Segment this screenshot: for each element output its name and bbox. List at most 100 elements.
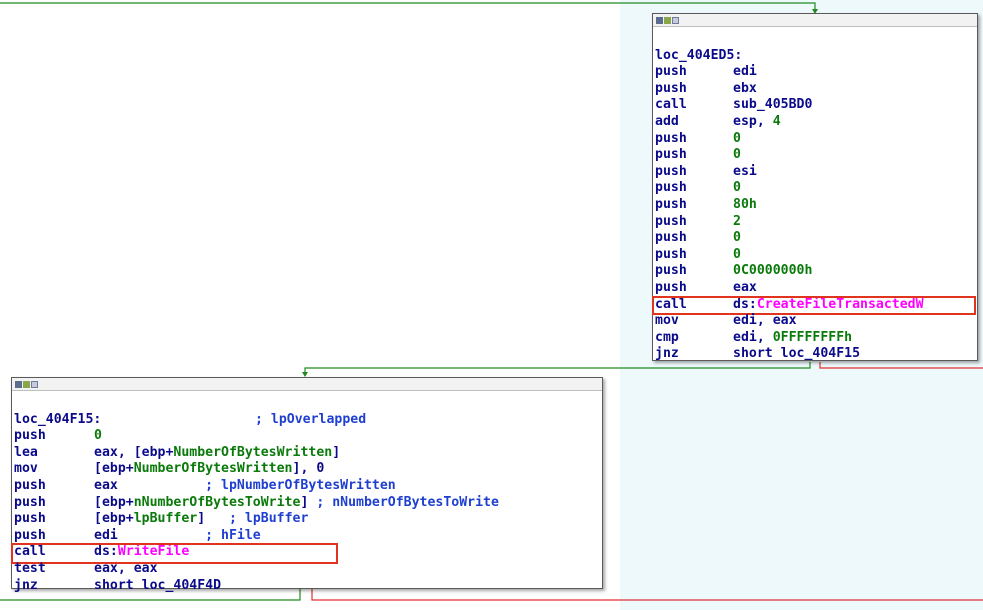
operand: eax xyxy=(94,477,206,493)
graph-icon[interactable] xyxy=(656,16,663,24)
instruction-line[interactable]: call sub_405BD0 xyxy=(655,97,977,114)
operand: edi, xyxy=(733,329,773,345)
operand: ] xyxy=(197,511,229,527)
operand-comment: ; nNumberOfBytesToWrite xyxy=(316,494,499,510)
instruction-line[interactable]: push edi ; hFile xyxy=(14,528,602,545)
edge-into-loc-404ED5 xyxy=(0,2,816,12)
instruction-line[interactable]: push 2 xyxy=(655,214,977,231)
operand: 0 xyxy=(733,230,741,246)
label-comment: ; lpOverlapped xyxy=(255,411,367,427)
chart-icon[interactable] xyxy=(664,16,671,24)
edge-true-to-loc-404F15 xyxy=(304,362,811,376)
operand: eax xyxy=(733,279,757,295)
chart-icon[interactable] xyxy=(23,380,30,388)
mnemonic: test xyxy=(14,560,46,576)
operand: ], 0 xyxy=(292,461,325,477)
mnemonic: push xyxy=(655,64,687,80)
edge-false-from-loc-404ED5 xyxy=(819,362,983,369)
mnemonic: jnz xyxy=(14,577,38,593)
instruction-line[interactable]: push 0 xyxy=(655,147,977,164)
mnemonic: push xyxy=(655,246,687,262)
instruction-line[interactable]: push ebx xyxy=(655,81,977,98)
mnemonic: push xyxy=(14,527,46,543)
operand: 80h xyxy=(733,196,757,212)
operand: 0FFFFFFFFh xyxy=(772,329,853,345)
instruction-line[interactable]: push [ebp+lpBuffer] ; lpBuffer xyxy=(14,511,602,528)
operand: 2 xyxy=(733,213,741,229)
instruction-line[interactable]: push [ebp+nNumberOfBytesToWrite] ; nNumbe… xyxy=(14,495,602,512)
instruction-line[interactable]: call ds:CreateFileTransactedW xyxy=(652,295,977,315)
instruction-line[interactable]: push 0 xyxy=(655,131,977,148)
code-block-loc-404F15[interactable]: loc_404F15:; lpOverlapped push 0 lea eax, [… xyxy=(11,377,603,593)
operand: 0 xyxy=(733,147,741,163)
operand: [ebp+ xyxy=(94,461,134,477)
operand: eax, [ebp+ xyxy=(94,444,174,460)
instruction-line[interactable]: jnz short loc_404F4D xyxy=(14,578,602,595)
instruction-line[interactable]: add esp, 4 xyxy=(655,114,977,131)
mnemonic: push xyxy=(655,263,687,279)
mnemonic: push xyxy=(655,230,687,246)
instruction-line[interactable]: push 0C0000000h xyxy=(655,263,977,280)
code-block-loc-404ED5[interactable]: loc_404ED5: push edi push ebx call sub_405BD0… xyxy=(652,13,978,361)
window-icon[interactable] xyxy=(31,380,38,388)
instruction-line[interactable]: push 0 xyxy=(655,180,977,197)
operand-comment: ; lpNumberOfBytesWritten xyxy=(205,477,396,493)
operand: 0C0000000h xyxy=(733,263,813,279)
operand: lpBuffer xyxy=(133,511,198,527)
instruction-line[interactable]: push esi xyxy=(655,164,977,181)
mnemonic: call xyxy=(655,97,687,113)
operand: short loc_404F15 xyxy=(733,346,861,362)
operand: ebx xyxy=(733,80,757,96)
operand: ] xyxy=(300,494,317,510)
mnemonic: push xyxy=(655,279,687,295)
mnemonic: push xyxy=(655,80,687,96)
instruction-line[interactable]: push 0 xyxy=(655,230,977,247)
operand: 0 xyxy=(733,130,741,146)
highlight-box xyxy=(652,295,976,315)
mnemonic: mov xyxy=(14,461,38,477)
operand: short loc_404F4D xyxy=(94,577,222,593)
mnemonic: push xyxy=(655,147,687,163)
operand: [ebp+ xyxy=(94,494,134,510)
operand: esi xyxy=(733,163,757,179)
mnemonic: cmp xyxy=(655,329,679,345)
block-header xyxy=(653,14,977,27)
operand: NumberOfBytesWritten xyxy=(173,444,333,460)
instruction-line[interactable]: push 0 xyxy=(14,428,602,445)
instruction-line[interactable]: mov [ebp+NumberOfBytesWritten], 0 xyxy=(14,461,602,478)
block-header xyxy=(12,378,602,391)
operand: 0 xyxy=(733,180,741,196)
block-label[interactable]: loc_404F15: xyxy=(14,412,255,429)
operand: NumberOfBytesWritten xyxy=(133,461,293,477)
operand: esp, xyxy=(733,113,773,129)
operand: edi, eax xyxy=(733,313,797,329)
instruction-line[interactable]: mov edi, eax xyxy=(655,313,977,330)
instruction-line[interactable]: call ds:WriteFile xyxy=(11,543,602,565)
operand: [ebp+ xyxy=(94,511,134,527)
operand: 4 xyxy=(772,113,781,129)
instruction-line[interactable]: test eax, eax xyxy=(14,561,602,578)
operand: edi xyxy=(733,64,757,80)
instruction-line[interactable]: cmp edi, 0FFFFFFFFh xyxy=(655,330,977,347)
instruction-line[interactable]: push eax xyxy=(655,280,977,297)
mnemonic: push xyxy=(655,163,687,179)
instruction-line[interactable]: lea eax, [ebp+NumberOfBytesWritten] xyxy=(14,445,602,462)
instruction-line[interactable]: push 80h xyxy=(655,197,977,214)
mnemonic: push xyxy=(14,494,46,510)
operand: nNumberOfBytesToWrite xyxy=(133,494,301,510)
block-label[interactable]: loc_404ED5: xyxy=(655,48,977,65)
mnemonic: jnz xyxy=(655,346,679,362)
mnemonic: push xyxy=(14,428,46,444)
graph-icon[interactable] xyxy=(15,380,22,388)
instruction-line[interactable]: push eax ; lpNumberOfBytesWritten xyxy=(14,478,602,495)
operand: eax, eax xyxy=(94,560,158,576)
window-icon[interactable] xyxy=(672,16,679,24)
mnemonic: mov xyxy=(655,313,679,329)
mnemonic: push xyxy=(655,196,687,212)
instruction-line[interactable]: jnz short loc_404F15 xyxy=(655,346,977,363)
instruction-line[interactable]: push edi xyxy=(655,64,977,81)
mnemonic: push xyxy=(14,511,46,527)
instruction-line[interactable]: push 0 xyxy=(655,247,977,264)
operand: 0 xyxy=(733,246,741,262)
